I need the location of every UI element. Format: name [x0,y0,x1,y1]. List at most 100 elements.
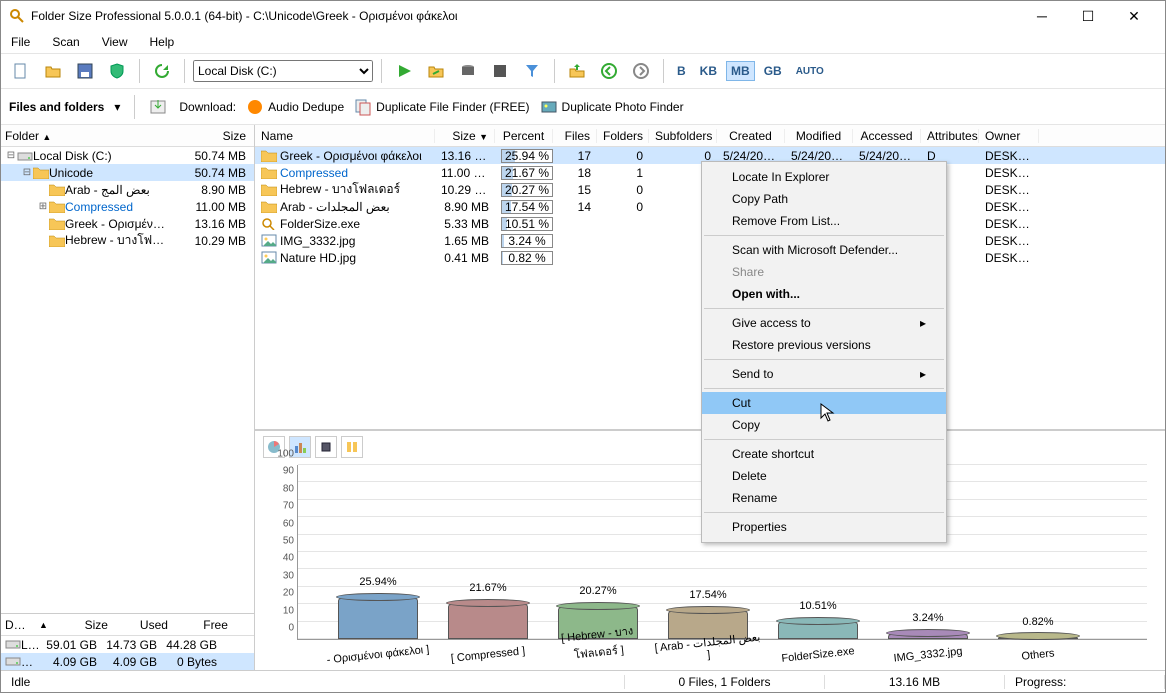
ctx-shortcut[interactable]: Create shortcut [702,443,946,465]
ctx-open-with[interactable]: Open with... [702,283,946,305]
col-created[interactable]: Created [717,129,785,143]
download-label: Download: [179,100,236,114]
left-panel: Folder ▲ Size ⊟Local Disk (C:)50.74 MB⊟U… [1,125,255,670]
col-drive-free[interactable]: Free [172,618,232,632]
main-toolbar: Local Disk (C:) B KB MB GB AUTO [1,53,1165,89]
drive-select[interactable]: Local Disk (C:) [193,60,373,82]
close-button[interactable]: ✕ [1111,1,1157,31]
play-button[interactable] [390,57,418,85]
context-menu: Locate In Explorer Copy Path Remove From… [701,161,947,543]
col-name[interactable]: Name [255,129,435,143]
unit-kb[interactable]: KB [695,61,722,81]
ctx-share[interactable]: Share [702,261,946,283]
unit-gb[interactable]: GB [759,61,787,81]
ctx-copy[interactable]: Copy [702,414,946,436]
chevron-right-icon: ▸ [920,367,926,381]
status-idle: Idle [1,675,625,689]
menu-view[interactable]: View [98,33,132,51]
col-modified[interactable]: Modified [785,129,853,143]
ctx-cut[interactable]: Cut [702,392,946,414]
minimize-button[interactable]: ─ [1019,1,1065,31]
filter-button[interactable] [518,57,546,85]
col-percent[interactable]: Percent [495,129,553,143]
col-subfolders[interactable]: Subfolders [649,129,717,143]
drive-row[interactable]: …4.09 GB4.09 GB0 Bytes [1,653,254,670]
dup-file-link[interactable]: Duplicate File Finder (FREE) [354,98,529,116]
new-button[interactable] [7,57,35,85]
grid-header: Name Size ▼ Percent Files Folders Subfol… [255,125,1165,147]
col-size[interactable]: Size [184,129,254,143]
tree-row[interactable]: Greek - Ορισμέν…13.16 MB [1,215,254,232]
maximize-button[interactable]: ☐ [1065,1,1111,31]
files-folders-label[interactable]: Files and folders [9,100,104,114]
unit-mb[interactable]: MB [726,61,755,81]
secondary-toolbar: Files and folders ▾ Download: Audio Dedu… [1,89,1165,125]
menubar: File Scan View Help [1,31,1165,53]
refresh-button[interactable] [148,57,176,85]
col-folder[interactable]: Folder ▲ [1,129,184,143]
dropdown-icon[interactable]: ▾ [114,100,120,114]
menu-scan[interactable]: Scan [48,33,83,51]
audio-dedupe-link[interactable]: Audio Dedupe [246,98,344,116]
col-drive-used[interactable]: Used [112,618,172,632]
chart-bar [998,637,1078,639]
chart-bar [778,622,858,639]
forward-button[interactable] [627,57,655,85]
folder-tree[interactable]: ⊟Local Disk (C:)50.74 MB⊟Unicode50.74 MB… [1,147,254,380]
unit-b[interactable]: B [672,61,691,81]
tree-row[interactable]: ⊞Compressed11.00 MB [1,198,254,215]
menu-help[interactable]: Help [146,33,179,51]
tree-row[interactable]: Arab - بعض المج8.90 MB [1,181,254,198]
export-icon[interactable] [149,97,169,117]
ctx-rename[interactable]: Rename [702,487,946,509]
col-accessed[interactable]: Accessed [853,129,921,143]
chart-bar [448,604,528,639]
col-files[interactable]: Files [553,129,597,143]
ctx-properties[interactable]: Properties [702,516,946,538]
scan-folder-button[interactable] [422,57,450,85]
ctx-copy-path[interactable]: Copy Path [702,188,946,210]
back-button[interactable] [595,57,623,85]
stop-button[interactable] [486,57,514,85]
drives-header: D…▲ Size Used Free [1,614,254,636]
menu-file[interactable]: File [7,33,34,51]
chart-bar [888,634,968,639]
drive-row[interactable]: L…59.01 GB14.73 GB44.28 GB [1,636,254,653]
main-panel: Folder ▲ Size ⊟Local Disk (C:)50.74 MB⊟U… [1,125,1165,670]
chevron-right-icon: ▸ [920,316,926,330]
dup-photo-link[interactable]: Duplicate Photo Finder [540,98,684,116]
ctx-give-access[interactable]: Give access to▸ [702,312,946,334]
statusbar: Idle 0 Files, 1 Folders 13.16 MB Progres… [1,670,1165,692]
unit-auto[interactable]: AUTO [791,63,829,80]
up-button[interactable] [563,57,591,85]
ctx-restore[interactable]: Restore previous versions [702,334,946,356]
status-progress: Progress: [1005,675,1165,689]
tree-row[interactable]: Hebrew - บางโฟ…10.29 MB [1,232,254,249]
col-owner[interactable]: Owner [979,129,1039,143]
titlebar: Folder Size Professional 5.0.0.1 (64-bit… [1,1,1165,31]
tree-header: Folder ▲ Size [1,125,254,147]
col-folders[interactable]: Folders [597,129,649,143]
scan-drive-button[interactable] [454,57,482,85]
ctx-delete[interactable]: Delete [702,465,946,487]
col-attr[interactable]: Attributes [921,129,979,143]
tree-row[interactable]: ⊟Unicode50.74 MB [1,164,254,181]
shield-button[interactable] [103,57,131,85]
drives-panel: D…▲ Size Used Free L…59.01 GB14.73 GB44.… [1,613,254,670]
ctx-remove[interactable]: Remove From List... [702,210,946,232]
col-size[interactable]: Size ▼ [435,129,495,143]
ctx-defender[interactable]: Scan with Microsoft Defender... [702,239,946,261]
app-icon [9,8,25,24]
save-button[interactable] [71,57,99,85]
col-drive[interactable]: D… [1,618,35,632]
window-title: Folder Size Professional 5.0.0.1 (64-bit… [31,9,1019,23]
chart-list-icon[interactable] [341,436,363,458]
ctx-send-to[interactable]: Send to▸ [702,363,946,385]
ctx-locate[interactable]: Locate In Explorer [702,166,946,188]
open-button[interactable] [39,57,67,85]
chart-3d-icon[interactable] [315,436,337,458]
chart-bar [338,598,418,640]
tree-row[interactable]: ⊟Local Disk (C:)50.74 MB [1,147,254,164]
status-size: 13.16 MB [825,675,1005,689]
col-drive-size[interactable]: Size [52,618,112,632]
